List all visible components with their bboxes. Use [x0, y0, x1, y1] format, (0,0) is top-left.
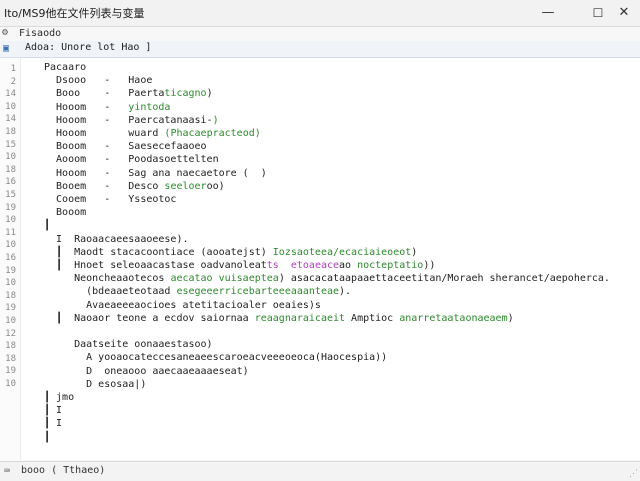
code-token: ticagno — [164, 88, 207, 100]
code-line: Hooom - Paercatanaasi-) — [44, 115, 219, 126]
code-token: ) — [206, 88, 213, 100]
code-token: Pacaaro — [44, 62, 87, 73]
code-line: D esosaa|) — [44, 379, 146, 390]
code-token: yintoda — [128, 101, 171, 113]
code-token: ) — [411, 246, 418, 258]
code-token: Avaeaeeeaocioes atetitacioaler oeaies)s — [44, 299, 321, 311]
code-token: ). — [339, 286, 352, 298]
code-line: Hooom - yintoda — [44, 102, 170, 113]
code-token: ao — [339, 260, 358, 271]
code-token: ) asacacataapaaettaceetitan/Moraeh shera… — [278, 273, 610, 285]
code-line: ┃ Naoaor teone a ecdov saiornaa reaagnar… — [44, 313, 514, 324]
code-token: Iozsaoteea/ecaciaieoeot — [272, 246, 412, 258]
code-editor[interactable]: 1 2 14 10 14 18 15 10 18 16 15 19 10 11 10 16 19 10 18 19 10… — [0, 58, 640, 460]
file-icon: ▣ — [3, 43, 10, 54]
code-token: Booo - Paerta — [44, 88, 165, 100]
code-token: aecatao vuisaeptea — [170, 273, 279, 285]
code-token: Booom — [44, 207, 87, 219]
title-bar: Ito/MS9他在文件列表与变量 — ☐ ✕ — [0, 0, 640, 27]
code-token: Booom - Saesecefaaoeo — [44, 141, 207, 153]
code-line: ┃ Maodt stacacoontiace (aooatejst) Iozsa… — [44, 247, 417, 258]
code-token: Hooom - Paercatanaasi- — [44, 114, 213, 126]
minimize-button[interactable]: — — [533, 3, 563, 23]
code-line: Daatseite oonaaestasoo) — [44, 339, 213, 351]
code-line: ┃ I — [44, 405, 62, 416]
code-line: (bdeaaeteotaad esegeeerricebarteeeaaante… — [44, 286, 351, 297]
code-line: D oneaooo aaecaaeaaaeseat) — [44, 366, 249, 377]
tab-active-file[interactable]: Adoa: Unore lot Hao ] — [25, 42, 151, 53]
code-line: I Raoaacaeesaaoeese). — [44, 233, 189, 245]
code-token: D esosaa|) — [44, 378, 147, 390]
code-token: ┃ — [44, 220, 51, 232]
resize-grip-icon[interactable]: ⋰ — [629, 469, 638, 479]
tab-strip: ▣ Adoa: Unore lot Hao ] — [0, 41, 640, 58]
editor-window: Ito/MS9他在文件列表与变量 — ☐ ✕ ⚙ Fisaodo ▣ Adoa:… — [0, 0, 640, 481]
code-token: etoaeace — [290, 260, 340, 271]
code-line: Dsooo - Haoe — [44, 75, 152, 86]
toolbar: ⚙ Fisaodo — [0, 27, 640, 41]
code-token: D oneaooo aaecaaeaaaeseat) — [44, 365, 249, 377]
code-token: ts — [266, 260, 279, 271]
code-token: (Phacaepracteod) — [164, 128, 261, 139]
code-line: Avaeaeeeaocioes atetitacioaler oeaies)s — [44, 300, 321, 311]
code-token: nocteptatio — [357, 260, 424, 271]
code-token: Hooom wuard — [44, 128, 165, 139]
code-token: seeloer — [164, 180, 207, 192]
code-line: ┃ Hnoet seleoaacastase oadvanoleatts eto… — [44, 260, 435, 271]
code-token: ┃ I — [44, 418, 63, 430]
status-bar: ⌨ booo ( Tthaeo) ⋰ — [0, 461, 640, 481]
code-line: Booom — [44, 207, 86, 218]
code-line: ┃ — [44, 432, 50, 443]
code-line: ┃ — [44, 220, 50, 231]
window-title: Ito/MS9他在文件列表与变量 — [4, 7, 145, 20]
code-line: Hooom - Sag ana naecaetore ( ) — [44, 168, 267, 179]
code-line: A yooaocateccesaneaeescaroeacveeeoeoca(H… — [44, 352, 387, 363]
code-token: reaagnaraicaeit — [254, 312, 346, 324]
code-token: Neoncheaaotecos — [44, 273, 171, 285]
code-token: Hooom - — [44, 101, 129, 113]
code-token: ┃ Hnoet seleoaacastase oadvanoleat — [44, 260, 267, 271]
code-token: Aooom - Poodasoettelten — [44, 154, 219, 166]
code-token: ┃ Naoaor teone a ecdov saiornaa — [44, 312, 255, 324]
code-line: Booo - Paertaticagno) — [44, 88, 213, 99]
gear-icon[interactable]: ⚙ — [2, 28, 12, 38]
code-token: Cooem - Ysseotoc — [44, 194, 177, 205]
code-token: ┃ Maodt stacacoontiace (aooatejst) — [44, 246, 273, 258]
code-line: Cooem - Ysseotoc — [44, 194, 176, 205]
code-token: I Raoaacaeesaaoeese). — [44, 233, 189, 245]
code-token: ┃ jmo — [44, 392, 75, 403]
code-token: ) — [507, 312, 514, 324]
code-token: ) — [212, 114, 219, 126]
code-token: )) — [423, 260, 436, 271]
code-token: anarretaataonaeaem — [399, 312, 508, 324]
close-button[interactable]: ✕ — [609, 3, 639, 23]
code-line: ┃ jmo — [44, 392, 74, 403]
code-area[interactable]: Pacaaro Dsooo - Haoe Booo - Paertaticagn… — [0, 58, 640, 460]
code-token: Amptioc — [345, 312, 400, 324]
toolbar-label[interactable]: Fisaodo — [19, 28, 61, 39]
code-token: Hooom - Sag ana naecaetore ( ) — [44, 167, 267, 179]
code-token: oo) — [206, 180, 225, 192]
code-line: Pacaaro — [44, 62, 86, 73]
code-token: Daatseite oonaaestasoo) — [44, 339, 213, 351]
code-token: ┃ — [44, 431, 51, 443]
code-token: Dsooo - Haoe — [44, 75, 153, 87]
code-token: (bdeaaeteotaad — [44, 286, 177, 298]
code-token: Booem - Desco — [44, 180, 165, 192]
code-token: A yooaocateccesaneaeescaroeacveeeoeoca(H… — [44, 352, 388, 364]
status-text: booo ( Tthaeo) — [21, 465, 106, 476]
code-line: Booom - Saesecefaaoeo — [44, 141, 207, 152]
code-line: Booem - Desco seeloeroo) — [44, 181, 225, 192]
code-line: Hooom wuard (Phacaepracteod) — [44, 128, 261, 139]
code-line: Aooom - Poodasoettelten — [44, 154, 219, 165]
terminal-icon[interactable]: ⌨ — [4, 466, 10, 477]
code-line: ┃ I — [44, 418, 62, 429]
code-token: ┃ I — [44, 405, 63, 417]
code-token: esegeeerricebarteeeaaanteae — [176, 286, 340, 298]
code-line: Neoncheaaotecos aecatao vuisaeptea) asac… — [44, 273, 610, 284]
